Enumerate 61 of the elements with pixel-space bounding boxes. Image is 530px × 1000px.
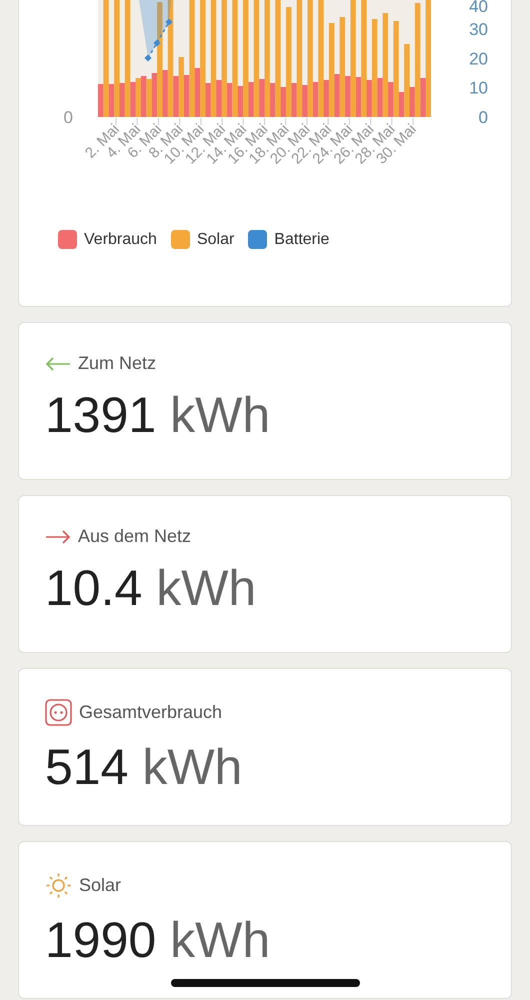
legend-label: Solar bbox=[196, 230, 234, 248]
consumption-bar bbox=[152, 73, 158, 117]
consumption-bar bbox=[324, 80, 329, 117]
consumption-bar bbox=[108, 84, 114, 117]
axis-tick-label: 40 bbox=[469, 0, 488, 16]
stat-label: Zum Netz bbox=[78, 353, 156, 374]
axis-tick-label: 20 bbox=[469, 49, 488, 68]
consumption-bar bbox=[388, 82, 394, 117]
consumption-bar bbox=[119, 83, 125, 117]
consumption-bar bbox=[356, 77, 362, 117]
consumption-bar bbox=[173, 76, 179, 117]
axis-tick-label: 0 bbox=[64, 108, 73, 127]
stat-unit: kWh bbox=[142, 739, 242, 795]
consumption-bar bbox=[248, 82, 254, 117]
consumption-bar bbox=[216, 80, 222, 117]
consumption-bar bbox=[420, 78, 426, 117]
power-socket-icon bbox=[45, 699, 72, 726]
stat-unit: kWh bbox=[170, 387, 270, 443]
consumption-bar bbox=[194, 68, 200, 117]
consumption-bar bbox=[312, 82, 318, 117]
consumption-bar bbox=[291, 83, 297, 117]
consumption-bar bbox=[377, 78, 383, 117]
stat-unit: kWh bbox=[170, 912, 270, 968]
solar-bar bbox=[178, 57, 184, 117]
consumption-bar bbox=[280, 87, 286, 117]
consumption-bar bbox=[184, 75, 190, 117]
consumption-bar bbox=[98, 84, 104, 117]
consumption-bar bbox=[270, 83, 276, 117]
sun-icon bbox=[45, 872, 72, 899]
consumption-bar bbox=[205, 83, 211, 117]
stat-label: Gesamtverbrauch bbox=[79, 702, 222, 723]
consumption-bar bbox=[130, 82, 136, 117]
right-arrow-icon bbox=[45, 530, 71, 544]
solar-bar bbox=[136, 78, 141, 117]
consumption-bar bbox=[162, 70, 168, 117]
consumption-bar bbox=[334, 74, 340, 117]
consumption-bar bbox=[259, 79, 264, 117]
consumption-bar bbox=[238, 86, 244, 117]
solar-bar bbox=[146, 79, 152, 117]
stat-label: Solar bbox=[79, 875, 122, 896]
consumption-bar bbox=[140, 76, 146, 117]
stat-unit: kWh bbox=[156, 560, 256, 616]
legend-label: Batterie bbox=[274, 230, 330, 248]
stat-value: 10.4 bbox=[45, 560, 142, 616]
consumption-bar bbox=[410, 87, 415, 117]
axis-tick-label: 10 bbox=[469, 78, 488, 98]
consumption-bar bbox=[345, 76, 350, 117]
consumption-bar bbox=[366, 80, 372, 117]
stat-label: Aus dem Netz bbox=[78, 526, 192, 547]
legend-label: Verbrauch bbox=[84, 230, 157, 248]
left-arrow-icon bbox=[45, 356, 71, 370]
battery-area bbox=[139, 0, 171, 58]
axis-tick-label: 0 bbox=[478, 108, 488, 127]
axis-tick-label: 30 bbox=[469, 20, 488, 40]
stat-value: 1391 bbox=[45, 387, 156, 443]
stat-value: 514 bbox=[45, 739, 128, 795]
battery-line bbox=[144, 18, 173, 62]
consumption-bar bbox=[226, 83, 232, 117]
consumption-bar bbox=[398, 92, 404, 117]
stat-value: 1990 bbox=[45, 912, 156, 968]
consumption-bar bbox=[302, 85, 308, 117]
